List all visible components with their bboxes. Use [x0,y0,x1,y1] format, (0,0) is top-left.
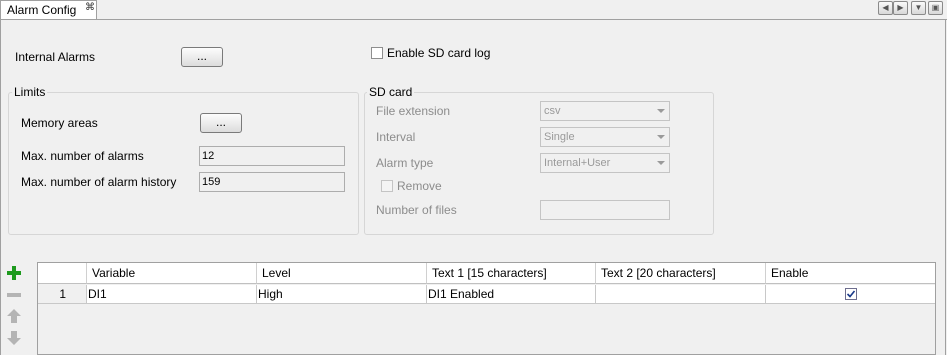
internal-alarms-button[interactable]: ... [181,47,223,67]
tab-list-dropdown-icon[interactable]: ▼ [911,1,926,15]
max-history-field[interactable]: 159 [199,172,345,192]
memory-areas-label: Memory areas [21,116,98,130]
file-extension-select[interactable]: csv [540,101,670,121]
max-history-label: Max. number of alarm history [21,175,177,189]
cell-variable[interactable]: DI1 [87,285,257,304]
add-icon[interactable] [5,264,23,282]
cell-enable [766,285,935,304]
cell-level[interactable]: High [257,285,427,304]
restore-window-icon[interactable]: ▣ [928,1,943,15]
interval-value: Single [544,131,575,143]
remove-icon[interactable] [5,286,23,304]
enable-checkbox[interactable] [845,288,857,300]
max-alarms-field[interactable]: 12 [199,146,345,166]
move-up-icon[interactable] [5,307,23,325]
move-down-icon[interactable] [5,329,23,347]
number-of-files-label: Number of files [376,203,457,217]
limits-group-title: Limits [12,85,48,99]
chevron-down-icon [657,135,665,139]
alarm-table: Variable Level Text 1 [15 characters] Te… [37,262,936,355]
chevron-down-icon [657,109,665,113]
interval-label: Interval [376,130,416,144]
column-header-text1[interactable]: Text 1 [15 characters] [427,263,596,284]
cell-text2[interactable] [596,285,766,304]
tab-strip [0,0,947,20]
tab-alarm-config[interactable]: Alarm Config ⌘ [0,0,97,19]
alarm-type-select[interactable]: Internal+User [540,153,670,173]
tab-close-icon[interactable]: ⌘ [85,2,95,13]
enable-sd-log-label: Enable SD card log [387,46,491,60]
internal-alarms-label: Internal Alarms [15,50,96,64]
sd-card-group-title: SD card [367,85,415,99]
cell-text1[interactable]: DI1 Enabled [427,285,596,304]
interval-select[interactable]: Single [540,127,670,147]
column-header-level[interactable]: Level [257,263,427,284]
column-header-text2[interactable]: Text 2 [20 characters] [596,263,766,284]
row-number[interactable]: 1 [38,285,87,304]
remove-label: Remove [397,179,442,193]
enable-sd-log-checkbox[interactable] [371,47,383,59]
number-of-files-field[interactable] [540,200,670,220]
chevron-down-icon [657,161,665,165]
row-header-corner [38,263,87,284]
max-alarms-label: Max. number of alarms [21,149,144,163]
memory-areas-button[interactable]: ... [200,113,242,133]
column-header-enable[interactable]: Enable [766,263,935,284]
scroll-right-icon[interactable]: ▶ [893,1,908,15]
tab-title: Alarm Config [7,3,77,17]
alarm-type-label: Alarm type [376,156,434,170]
file-extension-label: File extension [376,104,451,118]
file-extension-value: csv [544,105,561,117]
scroll-left-icon[interactable]: ◀ [878,1,893,15]
alarm-type-value: Internal+User [544,157,611,169]
column-header-variable[interactable]: Variable [87,263,257,284]
remove-checkbox[interactable] [381,180,393,192]
